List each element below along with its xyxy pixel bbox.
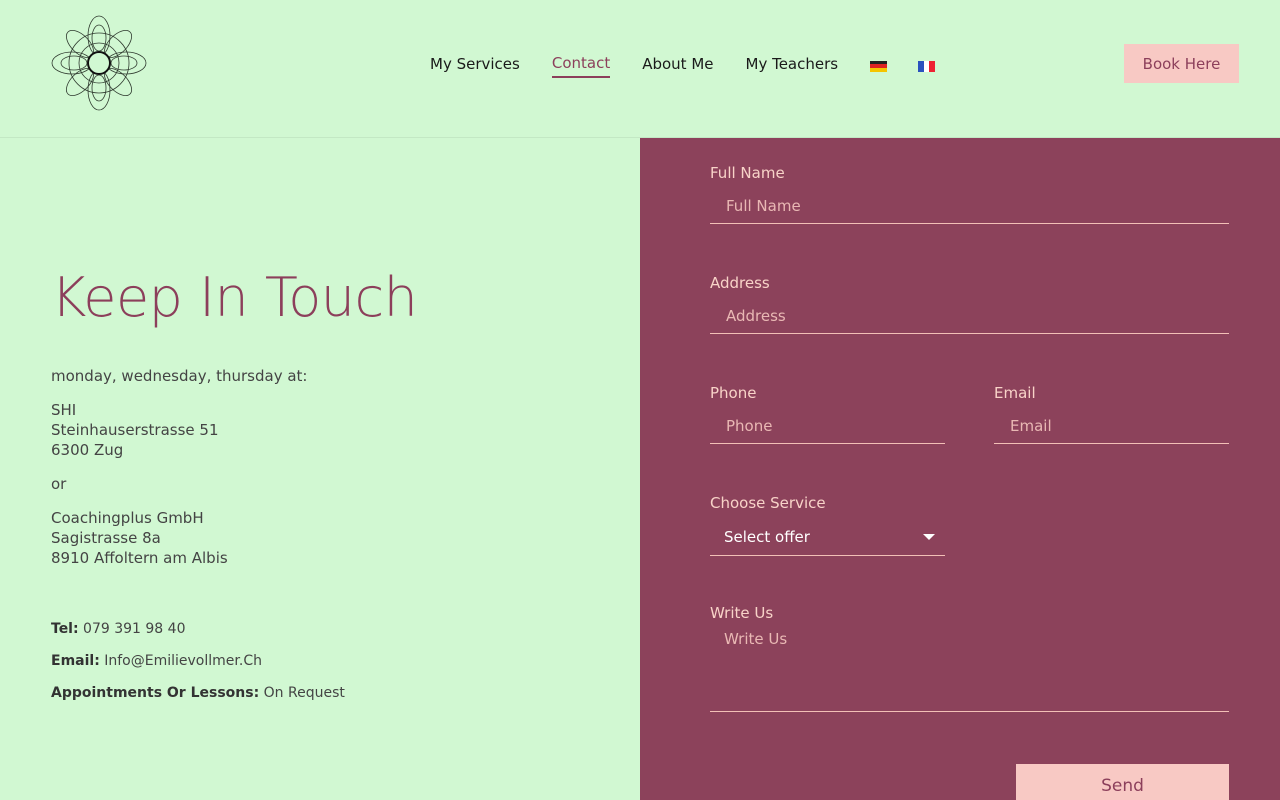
email-label: Email: bbox=[51, 653, 100, 669]
contact-form: Full Name Address Phone Email Choose Ser… bbox=[640, 138, 1280, 800]
service-label: Choose Service bbox=[710, 494, 826, 512]
page-title: Keep In Touch bbox=[51, 266, 418, 329]
phone-input[interactable] bbox=[710, 408, 945, 444]
send-button[interactable]: Send bbox=[1016, 764, 1229, 800]
location-1-street: Steinhauserstrasse 51 bbox=[51, 421, 219, 439]
full-name-field: Full Name bbox=[710, 164, 1229, 224]
location-2-name: Coachingplus GmbH bbox=[51, 509, 204, 527]
email-line: Email: Info@Emilievollmer.Ch bbox=[51, 652, 345, 670]
message-field: Write Us bbox=[710, 604, 1229, 712]
caret-down-icon bbox=[923, 533, 935, 540]
location-2-street: Sagistrasse 8a bbox=[51, 529, 161, 547]
address-label: Address bbox=[710, 274, 770, 292]
tel-value[interactable]: 079 391 98 40 bbox=[83, 621, 185, 637]
site-header: My Services Contact About Me My Teachers… bbox=[0, 0, 1280, 138]
contact-info-section: Keep In Touch monday, wednesday, thursda… bbox=[0, 138, 640, 800]
appointments-line: Appointments Or Lessons: On Request bbox=[51, 684, 345, 702]
schedule-info: monday, wednesday, thursday at: SHI Stei… bbox=[51, 366, 307, 582]
book-here-button[interactable]: Book Here bbox=[1124, 44, 1239, 83]
service-select[interactable]: Select offer bbox=[710, 518, 945, 556]
email-field: Email bbox=[994, 384, 1229, 444]
main-nav: My Services Contact About Me My Teachers bbox=[430, 54, 966, 78]
location-2-city: 8910 Affoltern am Albis bbox=[51, 549, 228, 567]
address-input[interactable] bbox=[710, 298, 1229, 334]
nav-contact[interactable]: Contact bbox=[551, 54, 611, 78]
full-name-input[interactable] bbox=[710, 188, 1229, 224]
message-textarea[interactable] bbox=[710, 628, 1229, 712]
service-field: Choose Service Select offer bbox=[710, 494, 945, 556]
appointments-value: On Request bbox=[263, 685, 345, 701]
location-1-city: 6300 Zug bbox=[51, 441, 124, 459]
tel-line: Tel: 079 391 98 40 bbox=[51, 620, 345, 638]
german-flag-icon[interactable] bbox=[870, 60, 888, 72]
french-flag-icon[interactable] bbox=[918, 60, 936, 72]
message-label: Write Us bbox=[710, 604, 774, 622]
tel-label: Tel: bbox=[51, 621, 79, 637]
email-input[interactable] bbox=[994, 408, 1229, 444]
location-1: SHI Steinhauserstrasse 51 6300 Zug bbox=[51, 400, 307, 460]
phone-label: Phone bbox=[710, 384, 757, 402]
appointments-label: Appointments Or Lessons: bbox=[51, 685, 260, 701]
email-value[interactable]: Info@Emilievollmer.Ch bbox=[104, 653, 262, 669]
nav-my-services[interactable]: My Services bbox=[430, 55, 520, 77]
location-1-name: SHI bbox=[51, 401, 77, 419]
service-select-value: Select offer bbox=[724, 527, 810, 546]
location-2: Coachingplus GmbH Sagistrasse 8a 8910 Af… bbox=[51, 508, 307, 568]
address-field: Address bbox=[710, 274, 1229, 334]
contact-lines: Tel: 079 391 98 40 Email: Info@Emilievol… bbox=[51, 620, 345, 716]
mandala-logo-icon[interactable] bbox=[50, 14, 148, 112]
days-text: monday, wednesday, thursday at: bbox=[51, 367, 308, 385]
nav-my-teachers[interactable]: My Teachers bbox=[746, 55, 839, 77]
email-label: Email bbox=[994, 384, 1036, 402]
phone-field: Phone bbox=[710, 384, 945, 444]
full-name-label: Full Name bbox=[710, 164, 785, 182]
nav-about-me[interactable]: About Me bbox=[642, 55, 713, 77]
or-text: or bbox=[51, 475, 67, 493]
